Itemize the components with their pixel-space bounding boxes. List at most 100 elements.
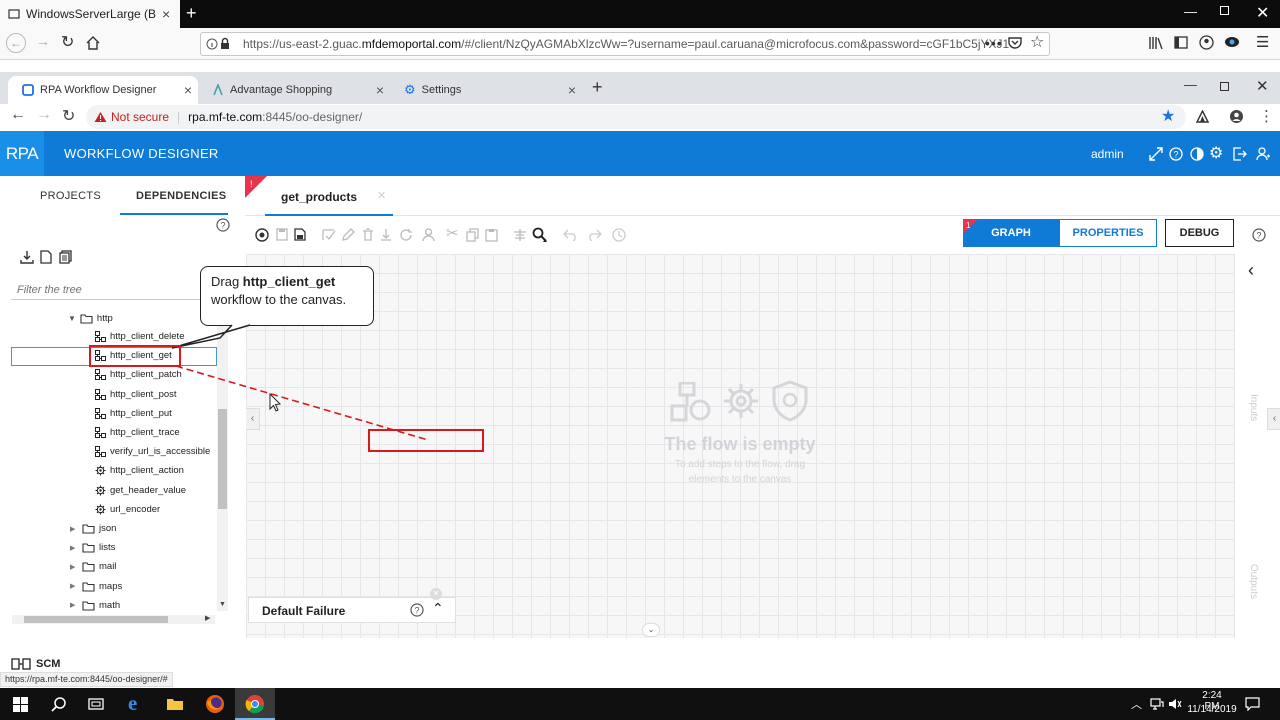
account-icon[interactable] xyxy=(1199,35,1214,50)
forward-icon[interactable]: → xyxy=(36,33,50,49)
tree-item[interactable]: http_client_delete xyxy=(95,331,184,342)
chevron-right-icon[interactable]: ▶ xyxy=(70,544,78,552)
inputs-label[interactable]: Inputs xyxy=(1248,394,1259,421)
search-icon[interactable] xyxy=(532,227,548,243)
help-icon[interactable]: ? xyxy=(1169,147,1183,161)
edge-browser-icon[interactable]: e xyxy=(128,691,137,716)
expand-icon[interactable] xyxy=(1149,147,1163,161)
copy-icon[interactable] xyxy=(466,228,479,242)
tree-filter-input[interactable] xyxy=(11,280,221,300)
bookmark-star-icon[interactable]: ☆ xyxy=(1030,32,1044,52)
chrome-menu-icon[interactable]: ⋮ xyxy=(1259,107,1274,125)
close-window-icon[interactable]: ✕ xyxy=(1256,77,1269,95)
windows-start-icon[interactable] xyxy=(13,697,28,712)
network-icon[interactable] xyxy=(1150,698,1164,710)
tab-rpa-workflow-designer[interactable]: RPA Workflow Designer × xyxy=(8,76,198,104)
default-failure-panel[interactable]: Default Failure ? ⌃ xyxy=(248,597,456,623)
restore-icon[interactable] xyxy=(1220,6,1229,15)
delete-icon[interactable] xyxy=(362,228,374,241)
volume-icon[interactable] xyxy=(1168,698,1182,710)
user-name[interactable]: admin xyxy=(1091,147,1124,161)
profile-icon[interactable] xyxy=(1229,109,1244,124)
tree-item[interactable]: verify_url_is_accessible xyxy=(95,446,210,458)
tree-folder[interactable]: ▶ maps xyxy=(70,581,122,592)
tree-item[interactable]: http_client_put xyxy=(95,407,172,419)
target-icon[interactable] xyxy=(255,228,269,242)
tree-item[interactable]: http_client_action xyxy=(95,465,184,476)
help-icon[interactable]: ? xyxy=(216,218,230,232)
tree-item[interactable]: http_client_post xyxy=(95,388,177,400)
chevron-right-icon[interactable]: ▶ xyxy=(70,601,78,609)
paste-icon[interactable] xyxy=(485,228,498,242)
save-icon[interactable] xyxy=(276,228,288,241)
tree-folder[interactable]: ▶ math xyxy=(70,600,120,611)
bookmark-star-icon[interactable]: ★ xyxy=(1161,106,1175,126)
extension-icon[interactable] xyxy=(1224,36,1240,48)
task-view-icon[interactable] xyxy=(88,697,104,711)
tree-item[interactable]: http_client_get xyxy=(95,350,172,362)
library-icon[interactable] xyxy=(1149,36,1163,50)
tree-folder-http[interactable]: ▼ http xyxy=(68,313,113,324)
scroll-right-arrow[interactable]: ▶ xyxy=(205,614,210,622)
close-icon[interactable]: × xyxy=(162,6,170,22)
settings-gear-icon[interactable]: ⚙ xyxy=(1209,143,1223,163)
tab-projects[interactable]: PROJECTS xyxy=(40,190,101,202)
close-icon[interactable]: ✕ xyxy=(377,189,386,202)
show-hidden-icons[interactable]: ︿ xyxy=(1131,696,1142,712)
help-icon[interactable]: ? xyxy=(1252,228,1266,242)
close-icon[interactable]: × xyxy=(568,82,576,98)
tree-folder[interactable]: ▶ lists xyxy=(70,542,115,553)
new-tab-icon[interactable]: + xyxy=(592,77,603,98)
pocket-icon[interactable] xyxy=(1008,36,1022,49)
menu-icon[interactable]: ☰ xyxy=(1256,33,1269,51)
info-icon[interactable] xyxy=(206,38,218,50)
chevron-down-icon[interactable]: ▼ xyxy=(68,314,76,323)
scroll-thumb[interactable] xyxy=(24,616,168,623)
save-as-icon[interactable] xyxy=(294,228,306,241)
horizontal-scrollbar[interactable]: ▶ xyxy=(12,615,215,624)
flow-canvas[interactable]: ‹ The flow is empty To add steps to the … xyxy=(246,254,1234,638)
taskbar-date[interactable]: 11/14/2019 xyxy=(1186,704,1238,715)
move-down-icon[interactable] xyxy=(380,228,392,241)
firefox-tab[interactable]: WindowsServerLarge (BS-5dca × xyxy=(0,0,180,28)
back-icon[interactable]: ← xyxy=(6,33,26,53)
chrome-url-bar[interactable]: Not secure | rpa.mf-te.com:8445/oo-desig… xyxy=(86,105,1186,129)
forward-icon[interactable]: → xyxy=(36,106,52,124)
debug-button[interactable]: DEBUG xyxy=(1165,219,1234,247)
edit-icon[interactable] xyxy=(342,228,355,241)
collapse-left-handle[interactable]: ‹ xyxy=(246,408,260,430)
chevron-left-icon[interactable]: ‹ xyxy=(1248,260,1254,281)
reload-icon[interactable]: ↻ xyxy=(62,106,75,126)
align-icon[interactable] xyxy=(513,228,527,242)
scroll-thumb[interactable] xyxy=(218,409,227,509)
close-panel-icon[interactable]: ✕ xyxy=(430,588,442,600)
vertical-scrollbar[interactable]: ▲ ▼ xyxy=(217,309,228,611)
more-actions-icon[interactable]: ••• xyxy=(985,35,1003,51)
tree-folder[interactable]: ▶ json xyxy=(70,523,116,534)
scm-bar[interactable]: SCM xyxy=(0,656,60,672)
home-icon[interactable] xyxy=(86,36,100,50)
tab-advantage-shopping[interactable]: Advantage Shopping × xyxy=(198,76,390,104)
outputs-label[interactable]: Outputs xyxy=(1248,564,1259,599)
chevron-right-icon[interactable]: ▶ xyxy=(70,525,78,533)
scroll-down-arrow[interactable]: ▼ xyxy=(219,601,226,608)
reload-icon[interactable]: ↻ xyxy=(61,32,74,52)
security-warning[interactable]: Not secure xyxy=(94,110,169,124)
tab-dependencies[interactable]: DEPENDENCIES xyxy=(136,190,226,202)
document-icon[interactable] xyxy=(40,250,52,264)
cut-icon[interactable]: ✂ xyxy=(446,224,459,242)
minimize-icon[interactable]: — xyxy=(1184,77,1197,92)
tree-folder[interactable]: ▶ mail xyxy=(70,561,116,572)
expand-bottom-handle[interactable]: ⌄ xyxy=(642,623,660,637)
sidebar-icon[interactable] xyxy=(1174,36,1188,49)
contrast-icon[interactable] xyxy=(1190,147,1204,161)
tab-settings[interactable]: ⚙ Settings × xyxy=(390,76,582,104)
undo-icon[interactable] xyxy=(563,228,578,241)
search-icon[interactable] xyxy=(51,697,66,712)
copy-icon[interactable] xyxy=(59,250,72,264)
user-step-icon[interactable] xyxy=(422,228,435,242)
tree-item[interactable]: http_client_trace xyxy=(95,427,180,438)
firefox-icon[interactable] xyxy=(205,694,225,714)
tree-item[interactable]: url_encoder xyxy=(95,504,160,515)
logout-icon[interactable] xyxy=(1233,147,1247,161)
